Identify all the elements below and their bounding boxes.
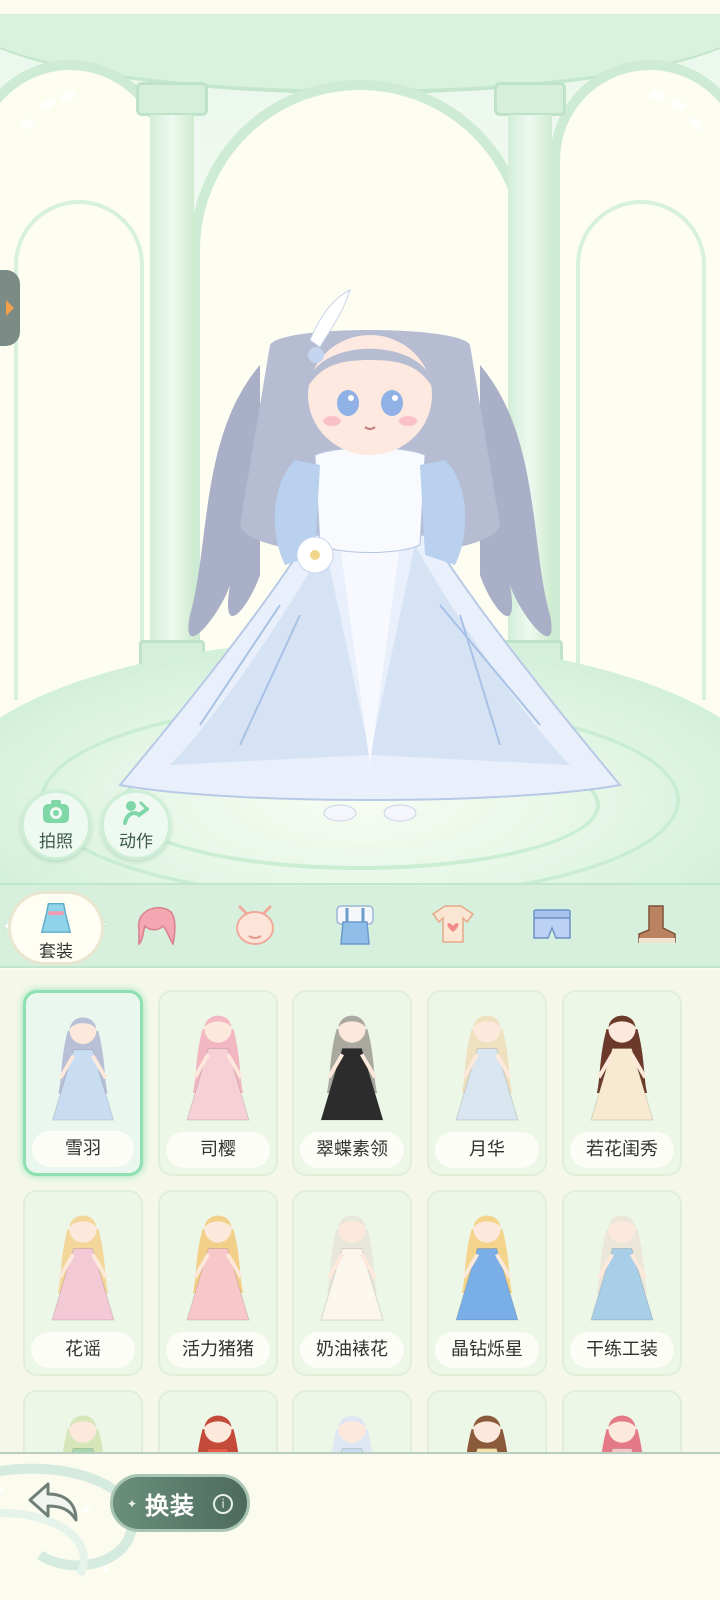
back-button[interactable] [24,1478,84,1528]
svg-text:✦: ✦ [0,1483,6,1499]
change-outfit-label: 换装 [145,1491,195,1520]
outfit-name: 干练工装 [570,1332,674,1368]
category-tab-outfit-label: 套装 [39,942,73,962]
pose-icon [123,800,149,825]
outfit-name: 晶钻烁星 [435,1332,539,1368]
outfit-thumbnail [331,1415,373,1452]
outfit-thumbnail [601,1415,643,1452]
outfit-card[interactable]: 干练工装 [562,1190,682,1376]
right-pillar-cap [494,82,566,116]
outfit-card[interactable] [562,1390,682,1452]
outfit-name: 花谣 [31,1332,135,1368]
outfit-name: 司樱 [166,1132,270,1168]
category-bar: ✦ ✦ 套装 [0,883,720,968]
outfit-card[interactable]: 晶钻烁星 [427,1190,547,1376]
outfit-grid: 雪羽 司樱 翠蝶素领 月华 若花闺秀花谣 活力猪猪 奶油裱花 晶钻烁星 干练工装 [0,970,720,1452]
outfit-name: 月华 [435,1132,539,1168]
outfit-name: 翠蝶素领 [300,1132,404,1168]
back-arrow-icon [28,1482,78,1522]
outfit-thumbnail [51,1215,115,1321]
outfit-name: 奶油裱花 [300,1332,404,1368]
outfit-card[interactable] [158,1390,278,1452]
outfit-card[interactable]: 司樱 [158,990,278,1176]
outfit-card[interactable]: 花谣 [23,1190,143,1376]
outfit-thumbnail [590,1015,654,1121]
category-tab-hair[interactable] [125,895,185,955]
bottom-icon [533,909,571,939]
outfit-thumbnail [455,1015,519,1121]
outfit-card[interactable] [292,1390,412,1452]
outfit-thumbnail [186,1215,250,1321]
character-figure [118,289,622,822]
hair-icon [137,907,176,946]
left-pillar-cap [136,82,208,116]
outfit-thumbnail [455,1215,519,1321]
outfit-name: 若花闺秀 [570,1132,674,1168]
face-icon [236,904,274,945]
info-icon[interactable]: i [213,1494,233,1514]
photo-button[interactable]: 拍照 [21,790,91,860]
photo-label: 拍照 [39,831,73,852]
outfit-card[interactable] [427,1390,547,1452]
outfit-thumbnail [466,1415,508,1452]
outfit-card[interactable]: 活力猪猪 [158,1190,278,1376]
outfit-thumbnail [320,1215,384,1321]
outfit-thumbnail [62,1415,104,1452]
outfit-thumbnail [186,1015,250,1121]
outfit-card[interactable]: 奶油裱花 [292,1190,412,1376]
category-tab-outfit[interactable]: 套装 [8,891,104,965]
outfit-thumbnail [51,1017,115,1121]
category-tab-top[interactable] [423,895,483,955]
outfit-card[interactable]: 翠蝶素领 [292,990,412,1176]
dress-icon [336,905,374,945]
sparkle-icon: ✦ [127,1497,138,1511]
camera-icon [43,799,69,823]
outfit-thumbnail [320,1015,384,1121]
action-label: 动作 [119,831,153,852]
side-drawer-tab[interactable] [0,270,20,346]
outfit-thumbnail [197,1415,239,1452]
action-button[interactable]: 动作 [101,790,171,860]
character-doll[interactable] [110,285,630,835]
top-icon [431,905,475,943]
outfit-icon [40,902,72,933]
outfit-name: 雪羽 [32,1131,134,1167]
category-tab-dress[interactable] [325,895,385,955]
category-tab-shoes[interactable] [625,895,685,955]
outfit-name: 活力猪猪 [166,1332,270,1368]
dressing-stage: 拍照 动作 [0,0,720,905]
shoes-icon [638,905,676,943]
outfit-card[interactable]: 若花闺秀 [562,990,682,1176]
svg-text:✦: ✦ [100,1563,112,1579]
outfit-card[interactable]: 月华 [427,990,547,1176]
category-tab-bottom[interactable] [522,895,582,955]
outfit-thumbnail [590,1215,654,1321]
change-outfit-button[interactable]: ✦ 换装 i [110,1474,250,1532]
status-band [0,0,720,14]
outfit-card[interactable] [23,1390,143,1452]
outfit-card[interactable]: 雪羽 [23,990,143,1176]
category-tab-face[interactable] [225,895,285,955]
